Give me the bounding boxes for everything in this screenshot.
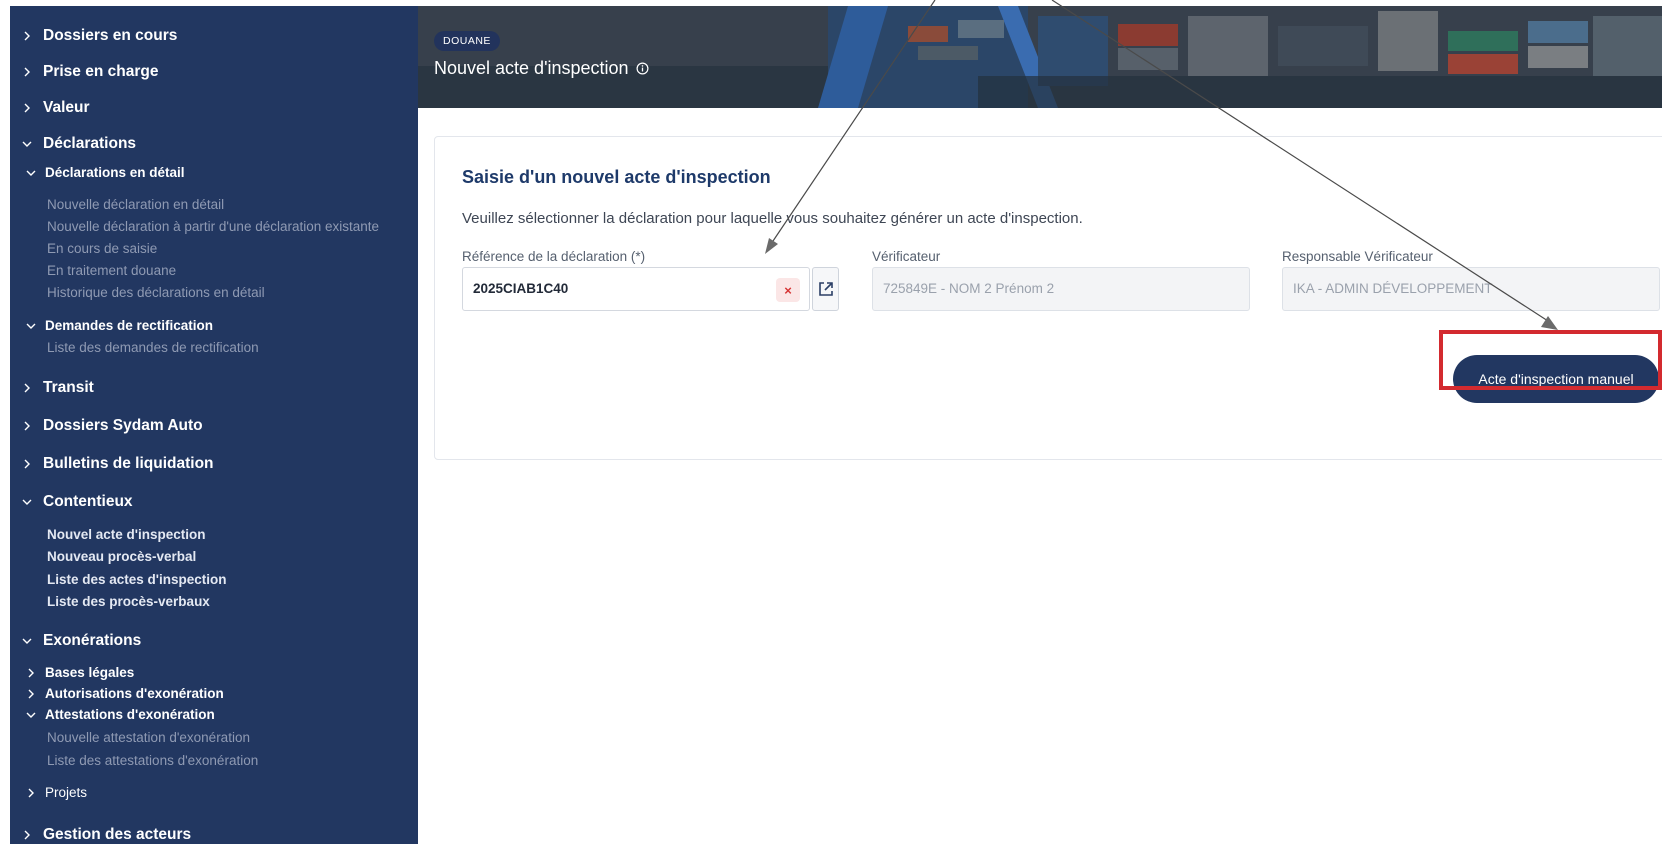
- sidebar-item-autorisations-exoneration[interactable]: Autorisations d'exonération: [24, 686, 224, 701]
- chevron-down-icon: [20, 495, 34, 509]
- form-description: Veuillez sélectionner la déclaration pou…: [462, 210, 1083, 227]
- sidebar-item-demandes-de-rectification[interactable]: Demandes de rectification: [24, 318, 213, 333]
- sidebar-item-label: Demandes de rectification: [45, 318, 214, 333]
- sidebar-item-label: Contentieux: [43, 493, 133, 510]
- sidebar-item-label: Transit: [43, 379, 94, 396]
- verificateur-field: 725849E - NOM 2 Prénom 2: [872, 267, 1250, 311]
- verificateur-label: Vérificateur: [872, 249, 941, 264]
- reference-label: Référence de la déclaration (*): [462, 249, 646, 264]
- port-banner-image: [418, 6, 1662, 108]
- sidebar-link-nouvelle-attestation-exoneration[interactable]: Nouvelle attestation d'exonération: [47, 730, 250, 745]
- chevron-right-icon: [20, 419, 34, 433]
- sidebar-link-nouvelle-declaration-en-detail[interactable]: Nouvelle déclaration en détail: [47, 197, 224, 212]
- chevron-right-icon: [20, 101, 34, 115]
- highlight-box: [1439, 330, 1662, 390]
- app-root: Dossiers en cours Prise en charge Valeur…: [0, 0, 1662, 844]
- chevron-down-icon: [24, 319, 38, 333]
- sidebar-item-valeur[interactable]: Valeur: [20, 99, 90, 117]
- sidebar-item-exonerations[interactable]: Exonérations: [20, 632, 141, 650]
- sidebar-item-label: Valeur: [43, 99, 90, 116]
- external-link-icon: [818, 282, 833, 296]
- sidebar-item-dossiers-sydam-auto[interactable]: Dossiers Sydam Auto: [20, 417, 203, 435]
- sidebar: Dossiers en cours Prise en charge Valeur…: [10, 6, 418, 844]
- sidebar-item-declarations-en-detail[interactable]: Déclarations en détail: [24, 165, 185, 180]
- sidebar-item-label: Déclarations en détail: [45, 165, 185, 180]
- sidebar-item-gestion-des-acteurs[interactable]: Gestion des acteurs: [20, 826, 191, 844]
- sidebar-item-label: Bases légales: [45, 665, 135, 680]
- chevron-right-icon: [20, 828, 34, 842]
- page-title-text: Nouvel acte d'inspection: [434, 58, 629, 78]
- chevron-right-icon: [20, 29, 34, 43]
- sidebar-item-prise-en-charge[interactable]: Prise en charge: [20, 63, 158, 81]
- responsable-value: IKA - ADMIN DÉVELOPPEMENT: [1293, 281, 1493, 296]
- sidebar-link-nouveau-proces-verbal[interactable]: Nouveau procès-verbal: [47, 549, 196, 564]
- chevron-down-icon: [24, 708, 38, 722]
- chevron-right-icon: [24, 786, 38, 800]
- sidebar-item-attestations-exoneration[interactable]: Attestations d'exonération: [24, 707, 215, 722]
- sidebar-link-liste-demandes-rectification[interactable]: Liste des demandes de rectification: [47, 340, 259, 355]
- sidebar-item-label: Dossiers Sydam Auto: [43, 417, 203, 434]
- sidebar-link-liste-attestations-exoneration[interactable]: Liste des attestations d'exonération: [47, 753, 258, 768]
- sidebar-link-historique-declarations[interactable]: Historique des déclarations en détail: [47, 285, 265, 300]
- chevron-right-icon: [20, 381, 34, 395]
- sidebar-item-dossiers-en-cours[interactable]: Dossiers en cours: [20, 27, 177, 45]
- reference-input[interactable]: 2025CIAB1C40 ×: [462, 267, 810, 311]
- sidebar-item-label: Gestion des acteurs: [43, 826, 192, 843]
- sidebar-link-en-traitement-douane[interactable]: En traitement douane: [47, 263, 176, 278]
- form-card: Saisie d'un nouvel acte d'inspection Veu…: [434, 136, 1662, 460]
- open-declaration-button[interactable]: [812, 267, 839, 311]
- reference-input-value: 2025CIAB1C40: [473, 281, 569, 296]
- chevron-right-icon: [20, 457, 34, 471]
- sidebar-item-label: Exonérations: [43, 632, 142, 649]
- sidebar-link-liste-actes-inspection[interactable]: Liste des actes d'inspection: [47, 572, 227, 587]
- sidebar-item-label: Attestations d'exonération: [45, 707, 215, 722]
- page-title: Nouvel acte d'inspection: [434, 58, 649, 79]
- sidebar-item-declarations[interactable]: Déclarations: [20, 135, 136, 153]
- sidebar-item-label: Prise en charge: [43, 63, 159, 80]
- sidebar-item-label: Dossiers en cours: [43, 27, 178, 44]
- sidebar-link-en-cours-de-saisie[interactable]: En cours de saisie: [47, 241, 157, 256]
- close-icon[interactable]: ×: [776, 278, 800, 302]
- verificateur-value: 725849E - NOM 2 Prénom 2: [883, 281, 1055, 296]
- domain-badge: DOUANE: [434, 31, 500, 51]
- info-icon[interactable]: [636, 62, 649, 75]
- sidebar-item-label: Déclarations: [43, 135, 137, 152]
- responsable-label: Responsable Vérificateur: [1282, 249, 1433, 264]
- sidebar-link-nouvelle-declaration-existante[interactable]: Nouvelle déclaration à partir d'une décl…: [47, 219, 379, 234]
- chevron-right-icon: [24, 666, 38, 680]
- form-title: Saisie d'un nouvel acte d'inspection: [462, 167, 771, 187]
- sidebar-item-contentieux[interactable]: Contentieux: [20, 493, 133, 511]
- chevron-right-icon: [24, 687, 38, 701]
- chevron-down-icon: [20, 634, 34, 648]
- header-banner: DOUANE Nouvel acte d'inspection: [418, 6, 1662, 108]
- sidebar-item-label: Bulletins de liquidation: [43, 455, 214, 472]
- sidebar-item-projets[interactable]: Projets: [24, 785, 87, 800]
- sidebar-item-bases-legales[interactable]: Bases légales: [24, 665, 134, 680]
- sidebar-item-bulletins-de-liquidation[interactable]: Bulletins de liquidation: [20, 455, 214, 473]
- sidebar-item-transit[interactable]: Transit: [20, 379, 94, 397]
- sidebar-item-label: Autorisations d'exonération: [45, 686, 224, 701]
- sidebar-item-label: Projets: [45, 785, 88, 800]
- sidebar-link-liste-proces-verbaux[interactable]: Liste des procès-verbaux: [47, 594, 210, 609]
- responsable-field: IKA - ADMIN DÉVELOPPEMENT: [1282, 267, 1660, 311]
- chevron-down-icon: [20, 137, 34, 151]
- sidebar-link-nouvel-acte-inspection[interactable]: Nouvel acte d'inspection: [47, 527, 206, 542]
- chevron-right-icon: [20, 65, 34, 79]
- chevron-down-icon: [24, 166, 38, 180]
